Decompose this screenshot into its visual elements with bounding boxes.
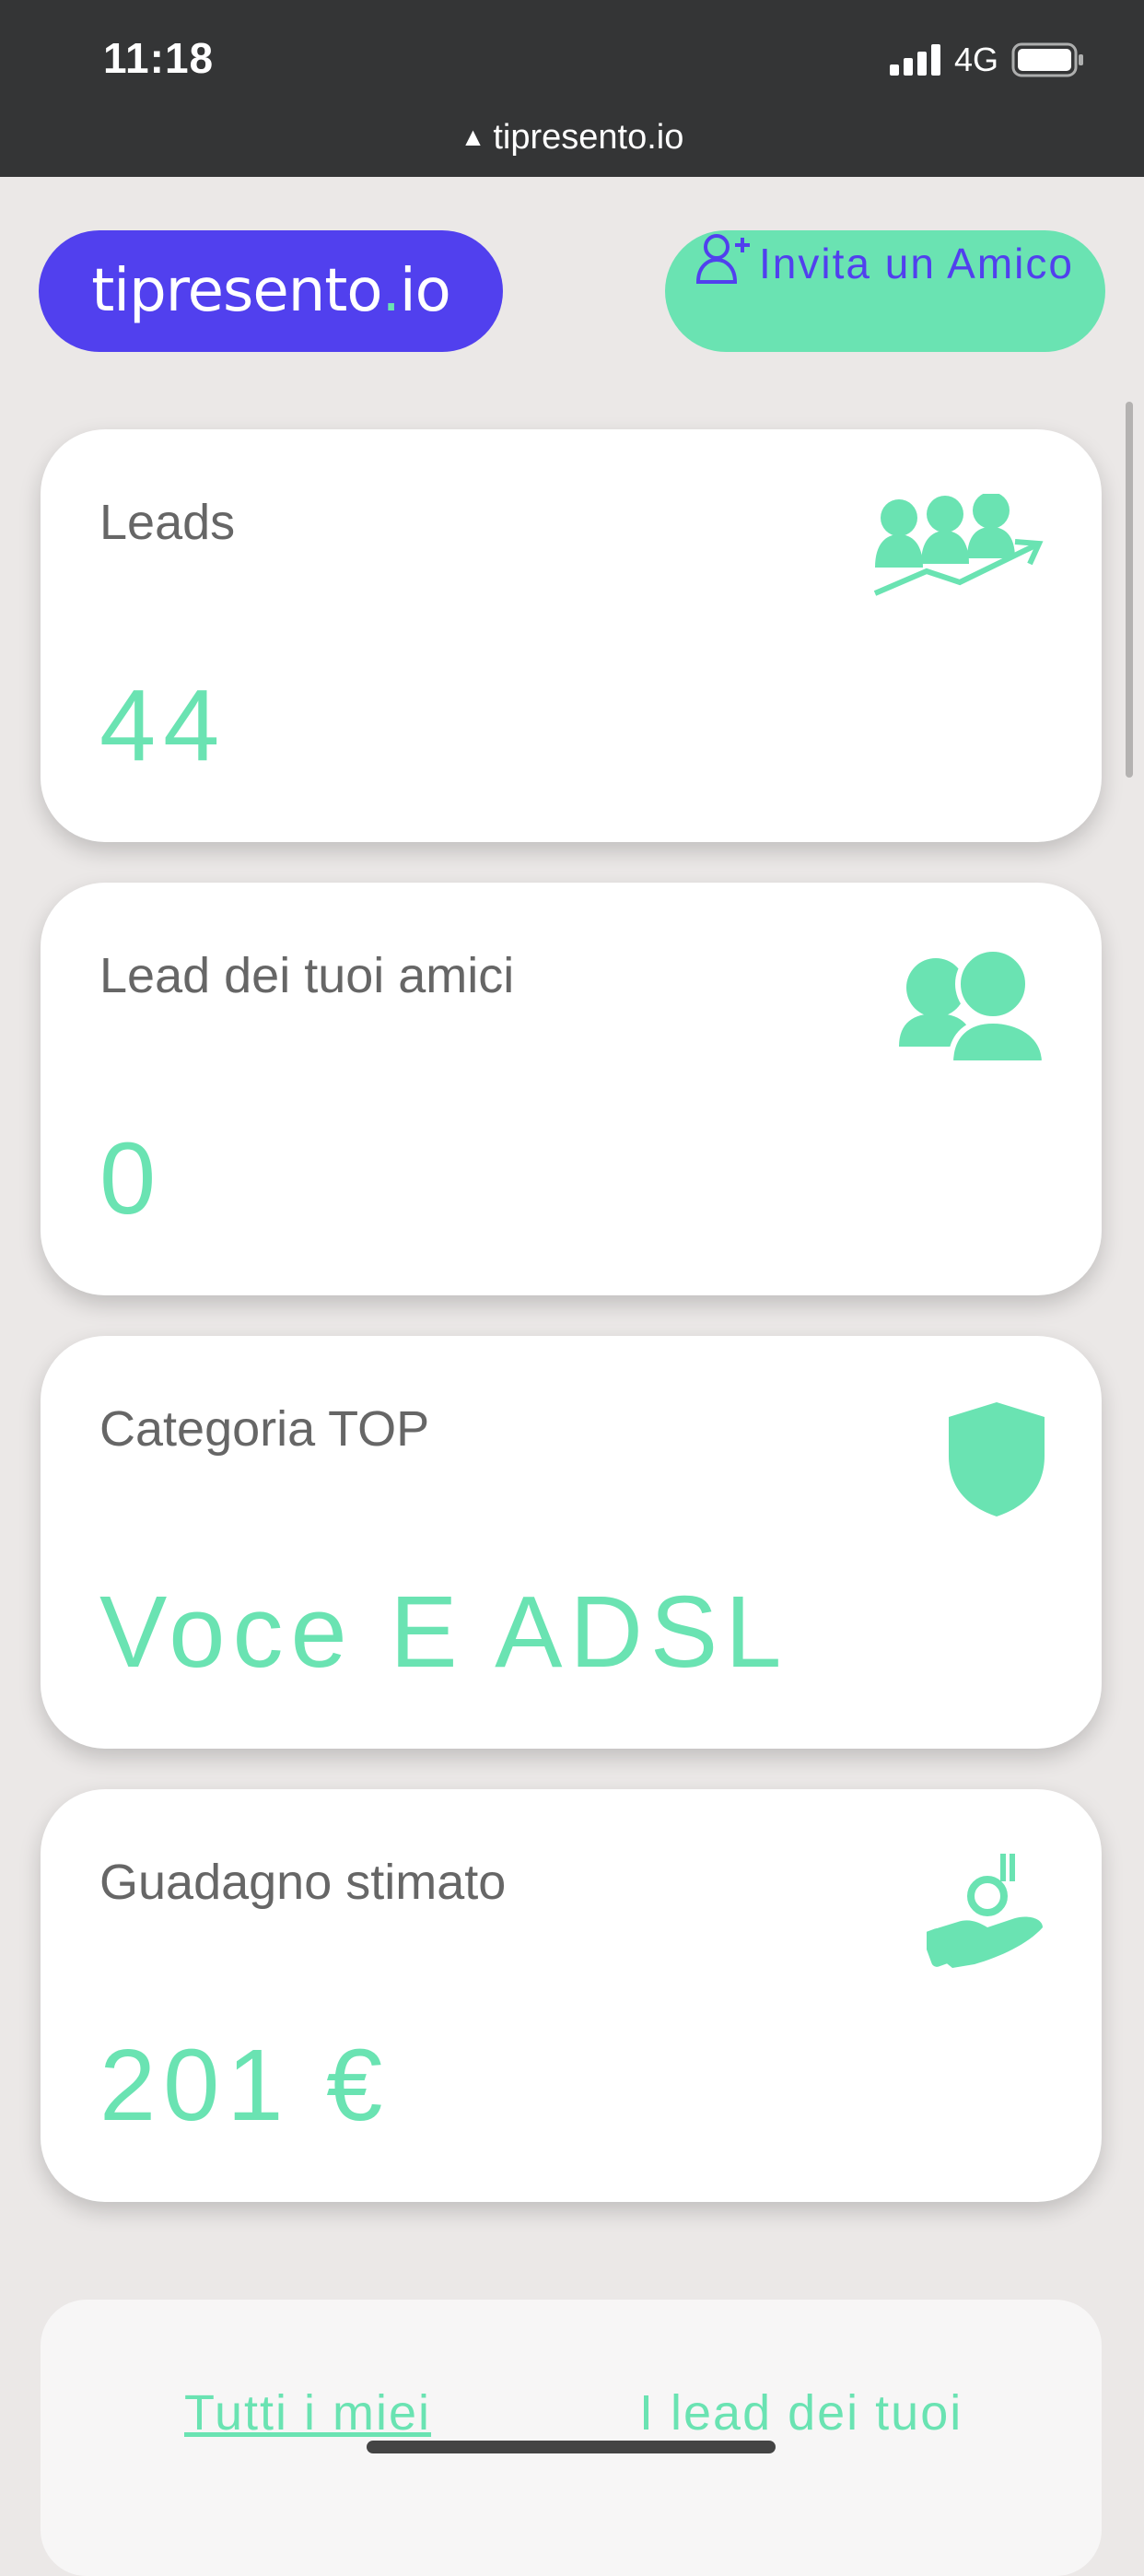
friends-icon [897,946,1048,1071]
status-indicators: 4G [889,41,1085,79]
card-title: Guadagno stimato [99,1855,507,1910]
add-user-icon [696,232,753,302]
leads-links-panel: Tutti i miei I lead dei tuoi [41,2300,1102,2576]
address-bar[interactable]: ▲ tipresento.io [0,118,1144,158]
card-value: 201 € [99,2029,391,2142]
home-indicator[interactable] [367,2441,776,2453]
friends-leads-link[interactable]: I lead dei tuoi [639,2384,963,2441]
estimated-earnings-card[interactable]: Guadagno stimato 201 € [41,1789,1102,2202]
top-category-card[interactable]: Categoria TOP Voce E ADSL [41,1336,1102,1749]
scrollbar[interactable] [1126,402,1133,778]
card-title: Leads [99,495,236,550]
earnings-hand-icon [922,1854,1046,1974]
friends-leads-card[interactable]: Lead dei tuoi amici 0 [41,883,1102,1295]
logo-dot: . [381,257,401,325]
leads-growth-icon [871,492,1046,602]
clock: 11:18 [103,34,215,82]
logo-main: tipresento [91,257,382,325]
leads-card[interactable]: Leads 44 [41,429,1102,842]
my-leads-link[interactable]: Tutti i miei [184,2384,431,2441]
invite-friend-button[interactable]: Invita un Amico [665,230,1105,352]
shield-icon [947,1400,1046,1523]
status-bar: 11:18 4G ▲ tipresento.io [0,0,1144,177]
logo[interactable]: tipresento. io [39,230,503,352]
card-title: Lead dei tuoi amici [99,948,515,1003]
card-value: 44 [99,669,228,782]
card-title: Categoria TOP [99,1401,430,1457]
invite-label: Invita un Amico [759,240,1074,287]
url-text: tipresento.io [493,118,684,157]
battery-icon [1011,42,1083,77]
signal-icon [889,44,940,76]
card-value: 0 [99,1122,164,1235]
logo-tld: io [399,257,451,325]
card-value: Voce E ADSL [99,1575,789,1689]
warning-icon: ▲ [460,123,486,151]
network-type: 4G [953,41,998,78]
app-header: tipresento. io Invita un Amico [0,177,1144,416]
